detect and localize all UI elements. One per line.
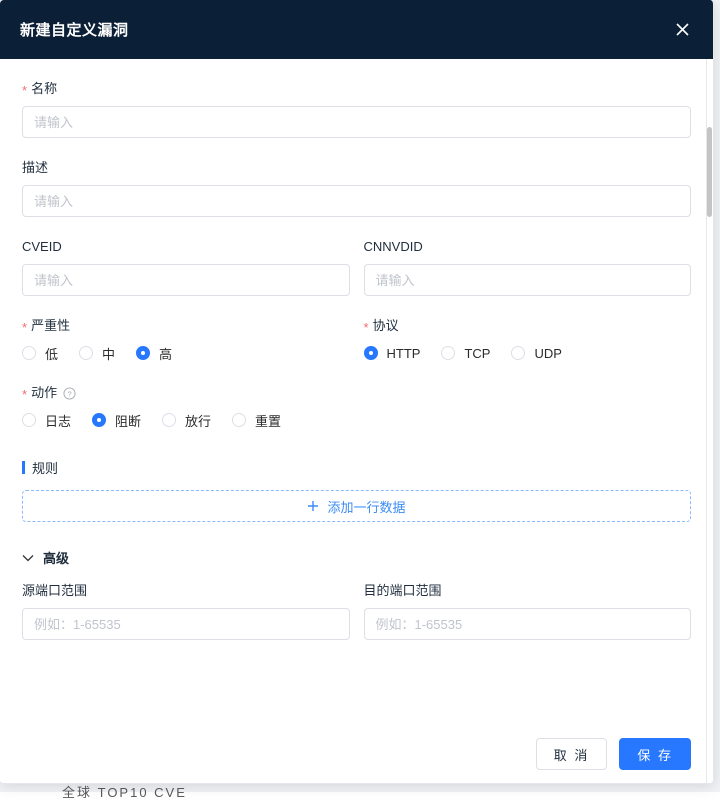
label-severity: * 严重性 (22, 318, 350, 334)
description-input[interactable] (22, 185, 691, 217)
label-cveid-text: CVEID (22, 239, 62, 254)
radio-icon (162, 413, 177, 427)
advanced-section: 高级 源端口范围 目的端口范围 (22, 548, 691, 640)
svg-text:?: ? (68, 389, 72, 398)
action-option-reset-label: 重置 (255, 413, 282, 429)
action-option-reset[interactable]: 重置 (232, 411, 281, 430)
label-severity-text: 严重性 (31, 318, 71, 333)
add-rule-row-button[interactable]: 添加一行数据 (22, 490, 691, 522)
radio-icon (22, 346, 36, 360)
label-description-text: 描述 (22, 160, 49, 175)
plus-icon (307, 500, 319, 512)
cancel-button[interactable]: 取 消 (535, 738, 608, 770)
severity-protocol-row: * 严重性 低 中 高 * 协议 HTTP TCP UDP (22, 318, 691, 363)
close-button[interactable] (669, 17, 695, 43)
protocol-option-tcp-label: TCP (464, 345, 491, 361)
action-option-log[interactable]: 日志 (22, 411, 71, 430)
advanced-toggle[interactable]: 高级 (22, 548, 691, 567)
section-accent-bar (22, 461, 25, 474)
radio-icon (232, 413, 247, 427)
protocol-radio-group: HTTP TCP UDP (363, 343, 692, 363)
action-option-log-label: 日志 (45, 413, 72, 429)
severity-option-low-label: 低 (45, 346, 59, 362)
radio-icon (22, 413, 36, 427)
dialog-body: * 名称 描述 CVEID CNNVDID (0, 59, 713, 726)
severity-radio-group: 低 中 高 (22, 343, 350, 363)
field-name: * 名称 (22, 81, 691, 138)
dialog-footer: 取 消 保 存 (0, 725, 713, 783)
rules-section-title-text: 规则 (32, 461, 59, 476)
source-port-range-input[interactable] (22, 608, 350, 640)
field-dest-port-range: 目的端口范围 (363, 583, 692, 640)
label-protocol: * 协议 (364, 318, 692, 334)
dialog-title: 新建自定义漏洞 (20, 22, 129, 39)
dialog-scrollbar-track[interactable] (706, 59, 713, 783)
protocol-option-tcp[interactable]: TCP (441, 346, 490, 361)
save-button[interactable]: 保 存 (619, 738, 691, 770)
rules-section: 规则 添加一行数据 (22, 458, 691, 522)
rules-section-title: 规则 (22, 458, 691, 477)
question-circle-icon: ? (63, 386, 76, 400)
label-dest-port-range-text: 目的端口范围 (363, 583, 442, 598)
required-marker: * (363, 319, 369, 335)
dialog-header: 新建自定义漏洞 (0, 0, 713, 59)
close-icon (675, 23, 689, 36)
id-row: CVEID CNNVDID (22, 239, 691, 296)
radio-icon-selected (92, 413, 107, 427)
label-action-text: 动作 (31, 385, 58, 400)
label-name: * 名称 (22, 81, 691, 97)
field-cveid: CVEID (22, 239, 350, 296)
add-rule-row-label: 添加一行数据 (327, 499, 406, 515)
cveid-input[interactable] (22, 264, 350, 296)
protocol-option-udp-label: UDP (534, 345, 562, 361)
field-action: * 动作 ? 日志 阻断 放行 重置 (22, 385, 691, 430)
name-input[interactable] (22, 106, 691, 138)
port-range-row: 源端口范围 目的端口范围 (22, 583, 691, 640)
field-description: 描述 (22, 160, 691, 217)
radio-icon (441, 346, 456, 360)
field-source-port-range: 源端口范围 (22, 583, 350, 640)
action-option-block-label: 阻断 (115, 413, 142, 429)
radio-icon-selected (136, 346, 151, 360)
radio-icon (79, 346, 94, 360)
dialog-scrollbar-thumb[interactable] (707, 127, 712, 217)
label-cnnvdid: CNNVDID (364, 239, 692, 255)
severity-option-medium[interactable]: 中 (79, 344, 115, 363)
severity-option-medium-label: 中 (102, 346, 116, 362)
radio-icon-selected (363, 346, 378, 360)
field-severity: * 严重性 低 中 高 (22, 318, 350, 363)
new-custom-vulnerability-dialog: 新建自定义漏洞 * 名称 描述 CVEID (0, 0, 714, 784)
action-option-block[interactable]: 阻断 (92, 411, 141, 430)
chevron-down-icon (22, 554, 34, 562)
required-marker: * (22, 319, 28, 335)
protocol-option-udp[interactable]: UDP (511, 345, 562, 361)
severity-option-low[interactable]: 低 (22, 344, 58, 363)
required-marker: * (22, 82, 28, 98)
label-cnnvdid-text: CNNVDID (363, 239, 423, 254)
label-name-text: 名称 (31, 81, 58, 96)
severity-option-high-label: 高 (159, 346, 173, 362)
label-source-port-range: 源端口范围 (22, 583, 350, 599)
radio-icon (511, 346, 526, 360)
label-dest-port-range: 目的端口范围 (364, 583, 692, 599)
advanced-toggle-label: 高级 (43, 551, 70, 566)
action-help-button[interactable]: ? (63, 386, 76, 400)
dest-port-range-input[interactable] (363, 608, 691, 640)
protocol-option-http-label: HTTP (386, 345, 421, 361)
cnnvdid-input[interactable] (363, 264, 691, 296)
label-action: * 动作 ? (22, 385, 691, 401)
action-option-allow[interactable]: 放行 (162, 411, 211, 430)
required-marker: * (22, 386, 28, 402)
protocol-option-http[interactable]: HTTP (363, 345, 421, 361)
field-cnnvdid: CNNVDID (363, 239, 692, 296)
label-source-port-range-text: 源端口范围 (22, 583, 88, 598)
label-protocol-text: 协议 (372, 318, 399, 333)
severity-option-high[interactable]: 高 (136, 344, 172, 363)
action-option-allow-label: 放行 (185, 413, 212, 429)
label-description: 描述 (22, 160, 691, 176)
action-radio-group: 日志 阻断 放行 重置 (22, 410, 691, 430)
label-cveid: CVEID (22, 239, 350, 255)
field-protocol: * 协议 HTTP TCP UDP (363, 318, 692, 363)
